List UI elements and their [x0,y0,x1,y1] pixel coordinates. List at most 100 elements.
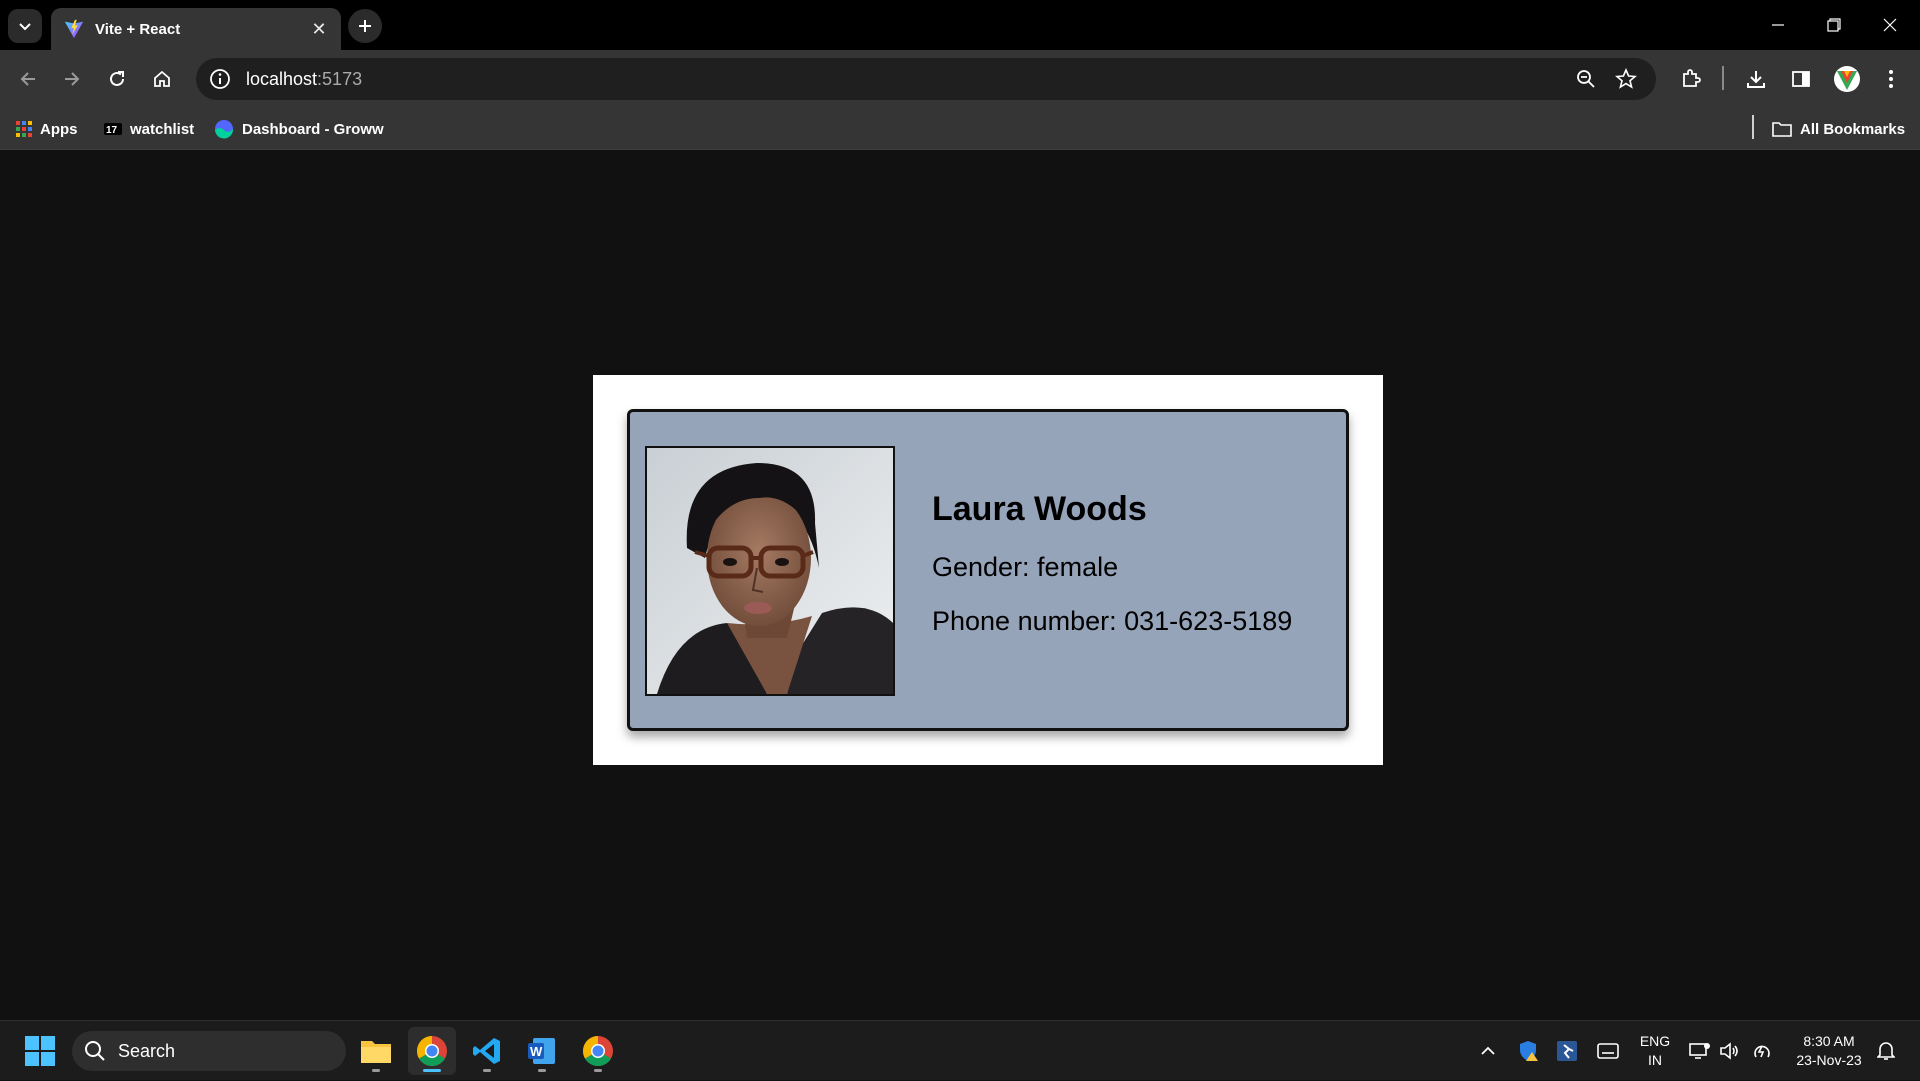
site-info-icon[interactable] [208,67,232,91]
bookmark-apps[interactable]: Apps [16,108,78,150]
windows-taskbar: Search W ENG IN 8:30 AM 23-Nov-23 [0,1020,1920,1080]
clock-date: 23-Nov-23 [1796,1052,1862,1068]
shield-warning-icon [1520,1041,1538,1061]
svg-text:17: 17 [106,125,118,136]
taskbar-file-explorer[interactable] [352,1027,400,1075]
running-indicator [594,1069,602,1072]
notifications-button[interactable] [1874,1021,1898,1081]
battery-charging-icon [1754,1045,1770,1058]
restore-icon [1827,18,1841,32]
start-button[interactable] [16,1027,64,1075]
vite-logo-icon [64,19,84,39]
puzzle-icon [1683,69,1701,87]
reload-button[interactable] [101,63,133,95]
chrome-icon [582,1036,613,1067]
side-panel-button[interactable] [1785,63,1817,95]
tab-close-icon[interactable]: ✕ [309,19,329,40]
bell-icon [1877,1042,1895,1060]
minimize-icon [1772,24,1784,26]
profile-gender: Gender: female [932,552,1119,582]
extensions-button[interactable] [1675,63,1707,95]
show-hidden-icons-button[interactable] [1478,1021,1498,1081]
folder-icon [1772,121,1792,137]
profile-photo [645,446,895,696]
url-host: localhost [246,68,318,89]
downloads-button[interactable] [1740,63,1772,95]
taskbar-word[interactable]: W [518,1027,566,1075]
running-indicator [372,1069,380,1072]
close-window-button[interactable] [1862,0,1918,50]
app-tray-button[interactable] [1553,1021,1581,1081]
language-indicator[interactable]: ENG IN [1635,1021,1675,1081]
runner-icon [1557,1041,1577,1061]
chevron-down-icon [19,23,31,31]
all-bookmarks-label: All Bookmarks [1800,120,1906,138]
portrait-illustration [647,448,893,694]
clock[interactable]: 8:30 AM 23-Nov-23 [1786,1021,1872,1081]
bookmark-star-button[interactable] [1608,58,1644,100]
back-button[interactable] [12,63,44,95]
reload-icon [110,71,124,86]
zoom-out-icon [1577,70,1595,88]
profile-card: Laura Woods Gender: female Phone number:… [627,409,1349,731]
vscode-icon [473,1038,500,1064]
arrow-right-icon [65,72,80,86]
taskbar-search-label: Search [118,1040,176,1061]
browser-menu-button[interactable] [1875,63,1907,95]
touch-keyboard-button[interactable] [1594,1021,1622,1081]
more-vert-icon [1889,70,1893,88]
active-indicator [423,1069,441,1072]
profile-phone: Phone number: 031-623-5189 [932,606,1293,636]
windows-logo-icon [25,1036,55,1066]
groww-logo-icon [214,119,234,139]
zoom-button[interactable] [1568,58,1604,100]
active-tab[interactable]: Vite + React ✕ [51,8,341,50]
bookmark-label: Dashboard - Groww [242,120,384,138]
tab-title: Vite + React [95,20,181,38]
bookmarks-bar: Apps 17 watchlist Dashboard - Groww All … [0,108,1920,150]
running-indicator [483,1069,491,1072]
minimize-button[interactable] [1750,0,1806,50]
taskbar-chrome-profile[interactable] [574,1027,622,1075]
volume-button[interactable] [1718,1021,1742,1081]
battery-button[interactable] [1750,1021,1774,1081]
folder-icon [361,1041,391,1063]
profile-avatar-icon [1834,66,1860,92]
close-icon [1883,18,1897,32]
new-tab-button[interactable] [348,9,382,43]
plus-icon [359,20,371,32]
url-port: :5173 [317,68,363,89]
bookmark-watchlist[interactable]: 17 watchlist [104,108,194,150]
toolbar-divider [1722,66,1724,90]
bookmark-label: Apps [40,120,78,138]
security-tray-button[interactable] [1515,1021,1543,1081]
network-icon [1689,1043,1710,1059]
side-panel-icon [1792,71,1810,87]
network-button[interactable] [1688,1021,1712,1081]
taskbar-chrome[interactable] [408,1027,456,1075]
bookmark-label: watchlist [130,120,195,138]
search-icon [85,1041,105,1061]
volume-icon [1720,1042,1738,1060]
address-bar[interactable]: localhost:5173 [196,58,1656,100]
bookmark-groww[interactable]: Dashboard - Groww [214,108,384,150]
profile-name: Laura Woods [932,490,1147,528]
download-icon [1747,71,1765,88]
chrome-icon [416,1036,447,1067]
tab-strip: Vite + React ✕ [0,0,1920,50]
profile-avatar-button[interactable] [1831,63,1863,95]
taskbar-vscode[interactable] [463,1027,511,1075]
svg-text:W: W [530,1044,543,1059]
tab-search-button[interactable] [8,9,42,43]
keyboard-icon [1597,1043,1619,1059]
restore-button[interactable] [1806,0,1862,50]
arrow-left-icon [20,72,35,86]
bookmarks-divider [1752,115,1754,139]
star-icon [1615,68,1637,89]
language-region: IN [1648,1052,1662,1068]
taskbar-search[interactable]: Search [72,1031,346,1071]
apps-grid-icon [16,121,32,137]
all-bookmarks-button[interactable]: All Bookmarks [1772,108,1905,150]
home-button[interactable] [146,63,178,95]
forward-button[interactable] [56,63,88,95]
